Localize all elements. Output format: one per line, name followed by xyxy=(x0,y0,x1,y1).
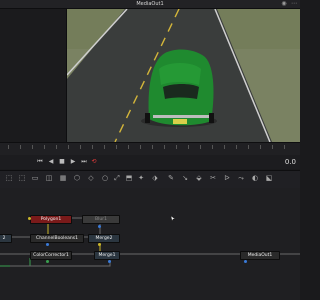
port-merge2-out[interactable] xyxy=(98,243,101,246)
loop-icon[interactable]: ⟲ xyxy=(90,158,98,166)
port-channel-out[interactable] xyxy=(46,243,49,246)
toolbar-loader-icon[interactable]: ◫ xyxy=(44,173,54,183)
node-merge2-label: Merge2 xyxy=(95,236,113,241)
node-channel-booleans-label: ChannelBooleans1 xyxy=(36,236,78,241)
node-polygon[interactable]: Polygon1 xyxy=(30,215,72,224)
mouse-cursor-icon xyxy=(171,216,175,221)
toolbar-warp-icon[interactable]: ⤳ xyxy=(236,173,246,183)
node-channel-booleans[interactable]: ChannelBooleans1 xyxy=(30,234,84,243)
port-polygon-out[interactable] xyxy=(28,217,31,220)
node-merge1[interactable]: Merge1 xyxy=(94,251,120,260)
toolbar-3d-icon[interactable]: ⬕ xyxy=(264,173,274,183)
viewer-title: MediaOut1 xyxy=(136,1,164,7)
toolbar-text-icon[interactable]: ▭ xyxy=(30,173,40,183)
toolbar-keyer-icon[interactable]: ⬙ xyxy=(194,173,204,183)
viewer-options-icon[interactable]: ◉ xyxy=(280,1,288,7)
node-editor[interactable]: Polygon1 Blur1 ChannelBooleans1 Merge2 2… xyxy=(0,188,300,300)
port-merge1-out[interactable] xyxy=(108,260,111,263)
port-mediaout-in[interactable] xyxy=(244,260,247,263)
viewer-menu-icon[interactable]: ⋯ xyxy=(290,1,298,7)
toolbar-background-icon[interactable]: ⬚ xyxy=(4,173,14,183)
toolbar-bspline-icon[interactable]: ◇ xyxy=(86,173,96,183)
toolbar-effect-icon[interactable]: ✦ xyxy=(136,173,146,183)
last-frame-icon[interactable]: ⏭ xyxy=(80,158,88,166)
toolbar-crop-icon[interactable]: ✂ xyxy=(208,173,218,183)
frame-counter[interactable]: 0.0 xyxy=(272,156,296,168)
port-color-out[interactable] xyxy=(46,260,49,263)
toolbar-mask-icon[interactable]: ◐ xyxy=(250,173,260,183)
node-merge-left[interactable]: 2 xyxy=(0,234,12,243)
prev-frame-icon[interactable]: ◀ xyxy=(47,158,55,166)
node-merge-left-label: 2 xyxy=(2,236,6,241)
node-color-corrector-label: ColorCorrector1 xyxy=(33,253,69,258)
viewer-image[interactable] xyxy=(67,9,300,142)
left-viewer-panel[interactable] xyxy=(0,9,67,142)
play-icon[interactable]: ▶ xyxy=(69,158,77,166)
node-merge1-label: Merge1 xyxy=(98,253,116,258)
toolbar-color-icon[interactable]: ⬒ xyxy=(124,173,134,183)
toolbar-tracker-icon[interactable]: ↘ xyxy=(180,173,190,183)
stop-icon[interactable]: ■ xyxy=(58,158,66,166)
toolbar-transform-icon[interactable]: ⤢ xyxy=(112,173,122,183)
node-media-out-label: MediaOut1 xyxy=(247,253,273,258)
toolbar-merge-icon[interactable]: ▦ xyxy=(58,173,68,183)
node-blur-label: Blur1 xyxy=(95,217,107,222)
toolbar-paint-icon[interactable]: ⬚ xyxy=(17,173,27,183)
toolbar-brush-icon[interactable]: ✎ xyxy=(166,173,176,183)
toolbar-blur-icon[interactable]: ⬗ xyxy=(150,173,160,183)
node-merge2[interactable]: Merge2 xyxy=(88,234,120,243)
node-media-out[interactable]: MediaOut1 xyxy=(240,251,280,260)
time-ruler[interactable] xyxy=(0,142,300,156)
transport-bar xyxy=(0,155,300,169)
first-frame-icon[interactable]: ⏮ xyxy=(36,158,44,166)
toolbar-ellipse-icon[interactable]: ○ xyxy=(100,173,110,183)
toolbar-polygon-icon[interactable]: ⬡ xyxy=(72,173,82,183)
node-color-corrector[interactable]: ColorCorrector1 xyxy=(30,251,72,260)
port-blur-out[interactable] xyxy=(98,225,101,228)
toolbar-particle-icon[interactable]: ᐅ xyxy=(222,173,232,183)
node-blur[interactable]: Blur1 xyxy=(82,215,120,224)
node-polygon-label: Polygon1 xyxy=(40,217,62,222)
